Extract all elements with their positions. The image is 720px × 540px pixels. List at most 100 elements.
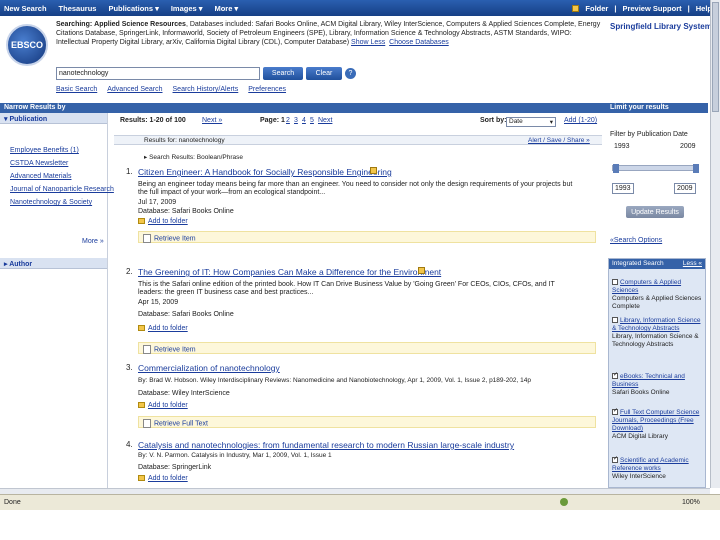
narrow-results-panel: ▾ Publication Employee Benefits (1) CSTD… [0,113,114,488]
sort-select[interactable]: Date ▾ [506,117,556,127]
basic-search-link[interactable]: Basic Search [56,86,97,93]
result-title[interactable]: Commercialization of nanotechnology [138,363,280,373]
db-checkbox[interactable] [612,317,618,324]
integrated-less-link[interactable]: Less « [683,260,702,268]
nav-thesaurus[interactable]: Thesaurus [59,4,97,13]
date-to-input[interactable]: 2009 [674,183,696,194]
db-checkbox[interactable] [612,373,618,380]
show-less-link[interactable]: Show Less [351,39,385,46]
slider-handle-start[interactable] [613,164,619,173]
db-name[interactable]: Scientific and Academic Reference works [612,457,689,472]
advanced-search-link[interactable]: Advanced Search [107,86,162,93]
date-from-input[interactable]: 1993 [612,183,634,194]
search-options-link[interactable]: «Search Options [610,237,662,244]
limit-results-heading: Limit your results [610,104,669,111]
nav-images[interactable]: Images ▾ [171,4,203,13]
nav-new-search[interactable]: New Search [4,4,47,13]
browser-status-bar: Done 100% [0,494,720,510]
preferences-link[interactable]: Preferences [248,86,286,93]
integrated-search-title: Integrated Search [612,260,664,267]
db-source: Wiley InterScience [612,473,666,480]
nav-more[interactable]: More ▾ [214,4,238,13]
add-to-folder-link[interactable]: Add to folder [138,325,578,333]
db-name[interactable]: Full Text Computer Science Journals, Pro… [612,409,699,432]
separator: | [687,4,690,13]
searching-label: Searching: [56,21,93,28]
page-link[interactable]: 2 [286,117,290,124]
ebsco-logo[interactable]: EBSCO [6,24,48,66]
result-title[interactable]: The Greening of IT: How Companies Can Ma… [138,267,441,277]
result-number: 4. [126,440,133,449]
add-to-folder-link[interactable]: Add to folder [138,402,578,410]
separator: | [614,4,617,13]
folder-icon [572,5,580,12]
result-date: Jul 17, 2009 [138,199,177,206]
nav-more-label: More [214,4,233,13]
result-abstract: Being an engineer today means being far … [138,181,573,196]
author-facet-header[interactable]: ▸ Author [0,258,107,269]
preview-support-link[interactable]: Preview Support [622,4,681,13]
integrated-search-header: Integrated Search Less « [609,259,705,269]
db-checkbox[interactable] [612,409,618,416]
search-history-link[interactable]: Search History/Alerts [173,86,239,93]
page-next-link[interactable]: Next [318,117,332,124]
results-for-bar: Results for: nanotechnology Alert / Save… [114,135,602,145]
scrollbar-thumb[interactable] [712,2,719,112]
more-publications-link[interactable]: More » [82,238,104,245]
publication-facet-item[interactable]: CSTDA Newsletter [10,157,107,170]
publication-facet-item[interactable]: Journal of Nanoparticle Research [10,183,114,196]
db-source: ACM Digital Library [612,433,668,440]
sort-value: Date [509,118,523,125]
page-link[interactable]: 3 [294,117,298,124]
help-icon[interactable]: ? [345,68,356,79]
retrieve-full-text-link[interactable]: Retrieve Full Text [138,416,596,428]
db-name[interactable]: Library, Information Science & Technolog… [612,317,700,332]
globe-icon [560,498,568,506]
add-results-link[interactable]: Add (1-20) [564,117,597,124]
author-facet-label: Author [9,261,33,268]
integrated-db-item: eBooks: Technical and Business Safari Bo… [612,373,704,397]
search-input[interactable]: nanotechnology [56,67,260,80]
sort-label: Sort by: [480,117,507,124]
clear-button[interactable]: Clear [306,67,342,80]
slider-handle-end[interactable] [693,164,699,173]
folder-link[interactable]: Folder [585,4,608,13]
search-button[interactable]: Search [263,67,303,80]
db-name[interactable]: Computers & Applied Sciences [612,279,681,294]
logo-text: EBSCO [10,40,43,50]
publication-facet-item[interactable]: Employee Benefits (1) [10,144,107,157]
date-range-slider[interactable] [612,164,699,173]
retrieve-label: Retrieve Full Text [154,420,208,428]
db-name[interactable]: eBooks: Technical and Business [612,373,685,388]
top-nav-bar: New Search Thesaurus Publications ▾ Image… [0,0,720,16]
chevron-down-icon: ▾ [155,4,159,13]
db-checkbox[interactable] [612,457,618,464]
add-to-folder-label: Add to folder [148,402,188,409]
nav-publications[interactable]: Publications ▾ [108,4,158,13]
publication-facet-header[interactable]: ▾ Publication [0,113,107,124]
next-results-link[interactable]: Next » [202,117,222,124]
add-to-folder-link[interactable]: Add to folder [138,218,578,226]
publication-facet-item[interactable]: Advanced Materials [10,170,107,183]
add-to-folder-link[interactable]: Add to folder [138,475,578,483]
results-list: Results: 1-20 of 100 Next » Page: 1 2 3 … [114,113,602,488]
db-checkbox[interactable] [612,279,618,286]
zoom-level[interactable]: 100% [682,499,700,506]
results-for-label: Results for: nanotechnology [144,137,225,144]
result-date: Apr 15, 2009 [138,299,179,306]
results-toolbar: Results: 1-20 of 100 Next » Page: 1 2 3 … [114,115,602,127]
retrieve-item-link[interactable]: Retrieve Item [138,342,596,354]
result-title[interactable]: Citizen Engineer: A Handbook for Sociall… [138,167,392,177]
result-title[interactable]: Catalysis and nanotechnologies: from fun… [138,440,514,450]
alert-save-share-link[interactable]: Alert / Save / Share » [528,137,590,144]
vertical-scrollbar[interactable] [710,0,720,488]
publication-facet-item[interactable]: Nanotechnology & Society [10,196,107,209]
result-number: 1. [126,167,133,176]
library-name: Springfield Library System [610,22,712,31]
retrieve-item-link[interactable]: Retrieve Item [138,231,596,243]
page-link[interactable]: 5 [310,117,314,124]
update-results-button[interactable]: Update Results [626,206,684,218]
result-byline: By: Brad W. Hobson. Wiley Interdisciplin… [138,377,531,384]
choose-databases-link[interactable]: Choose Databases [389,39,449,46]
page-link[interactable]: 4 [302,117,306,124]
